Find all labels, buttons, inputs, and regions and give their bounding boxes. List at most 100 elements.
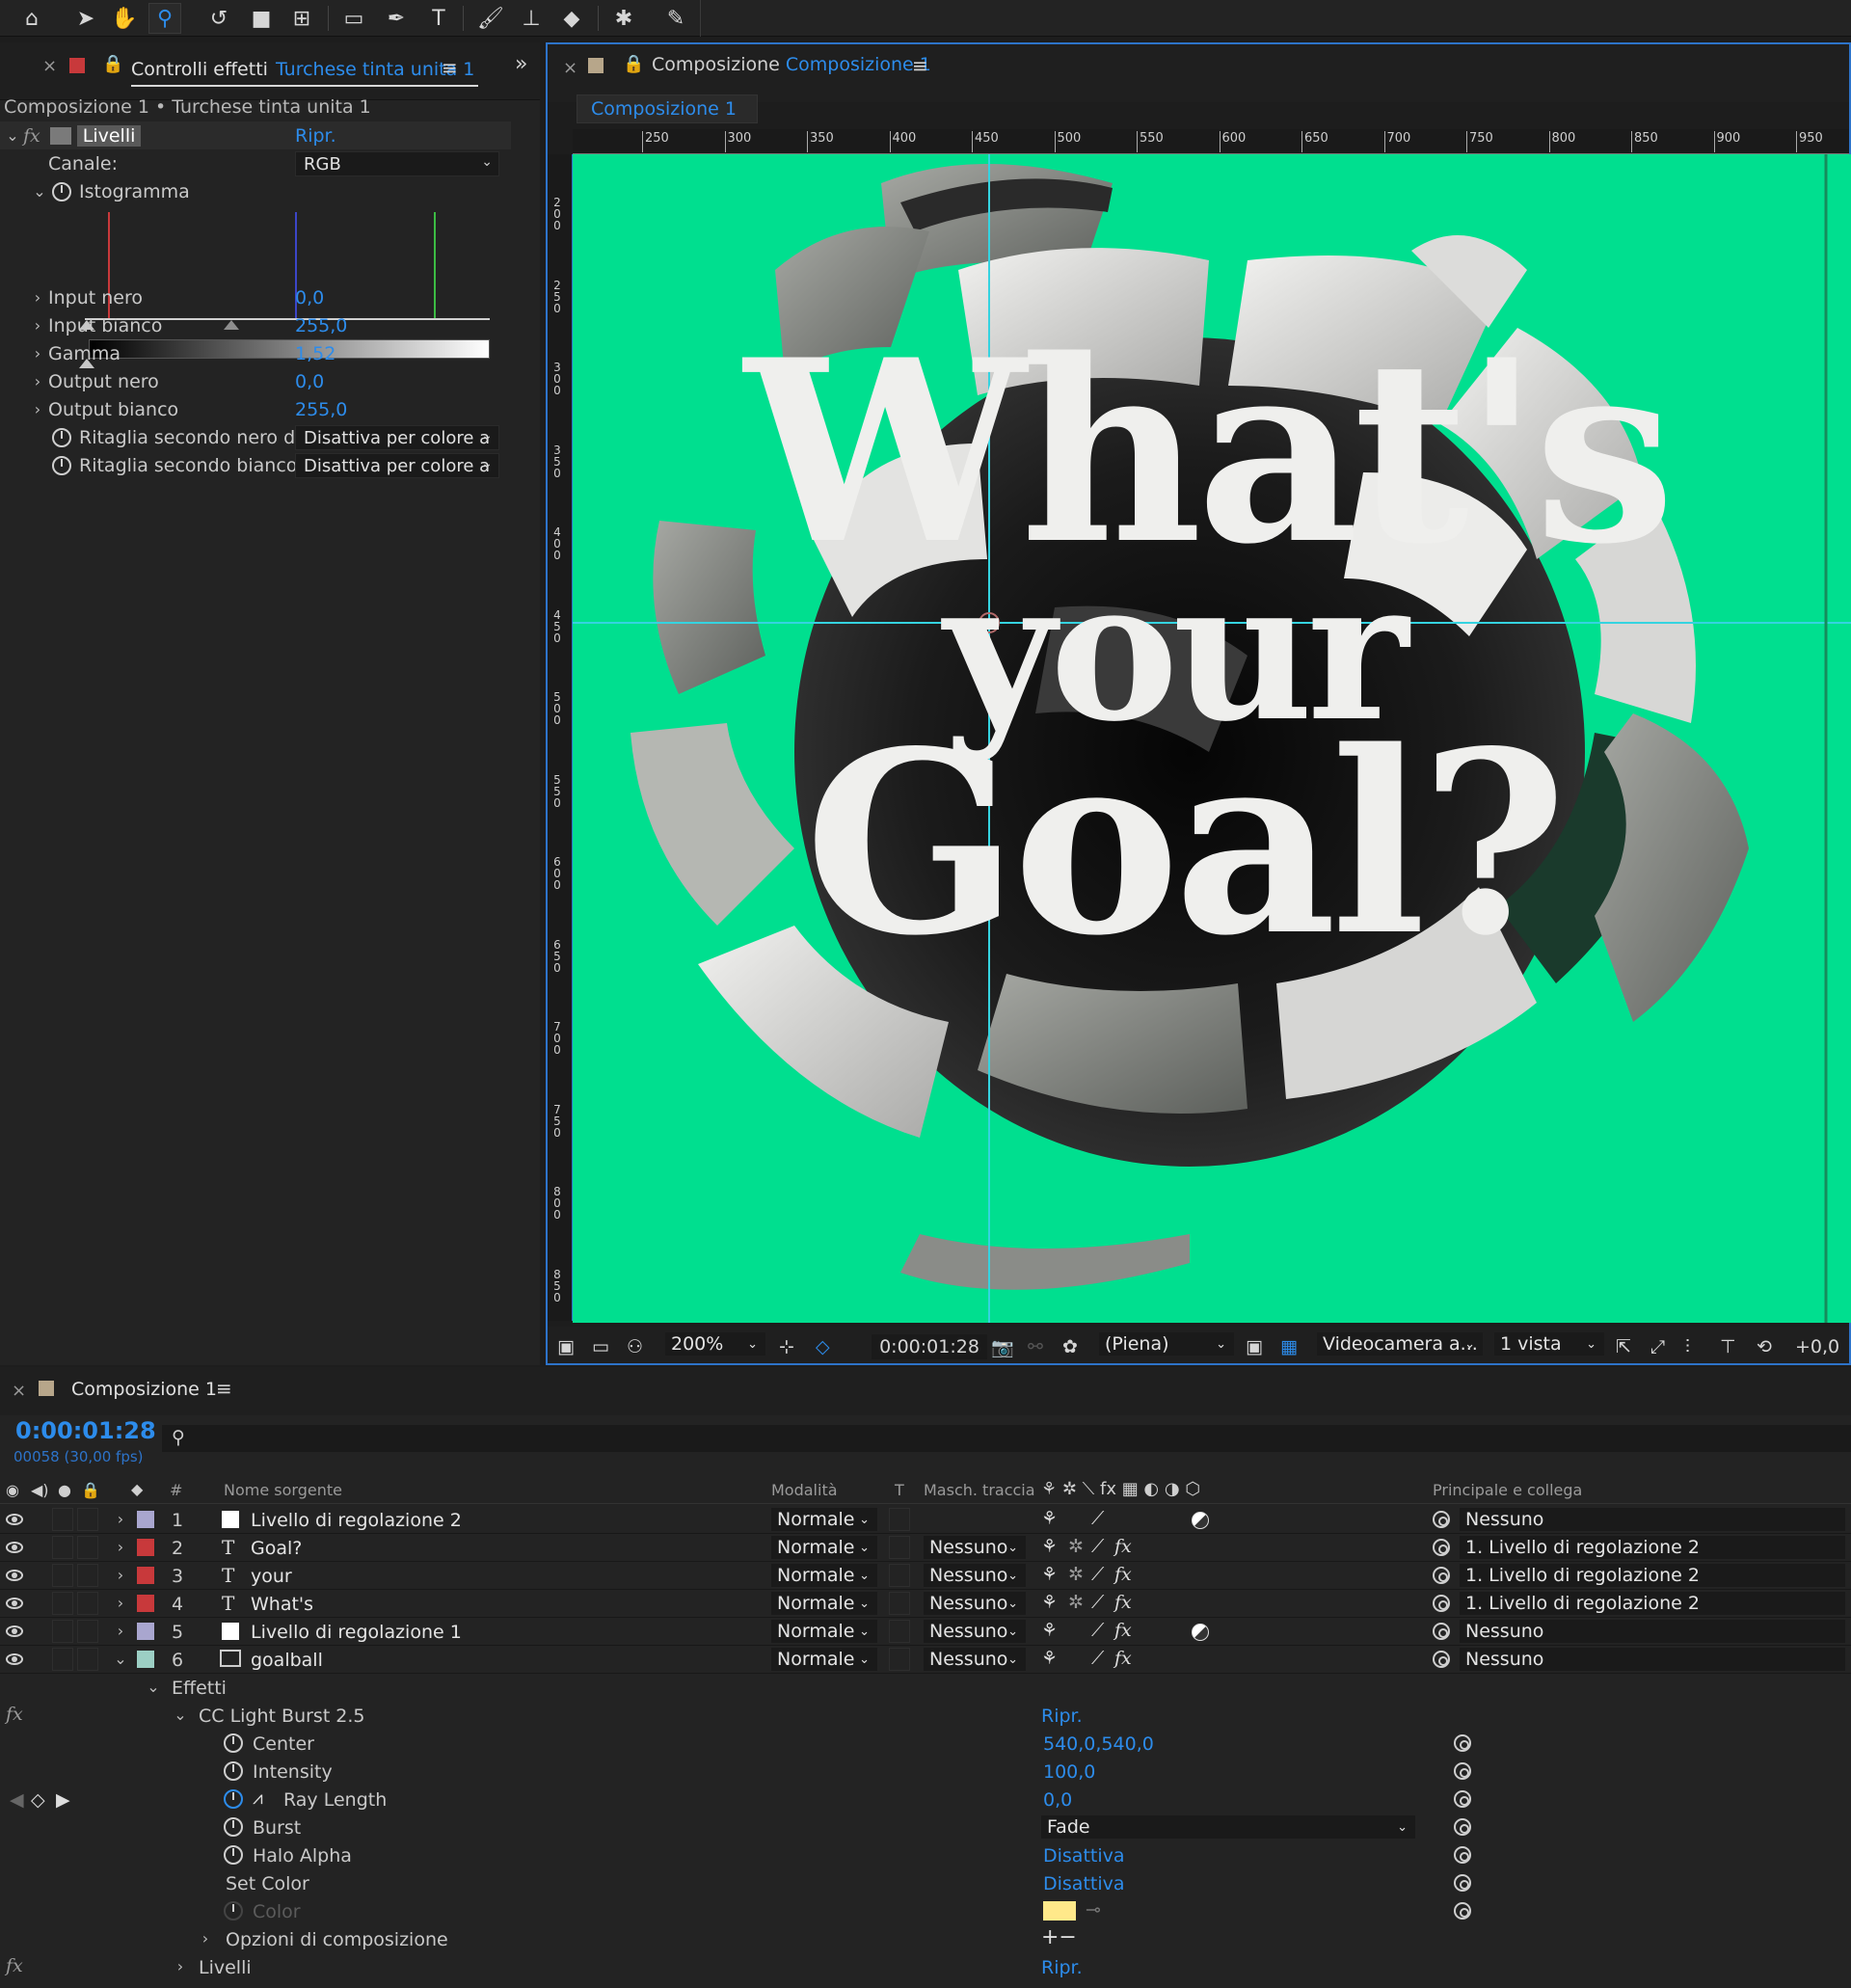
composition-canvas[interactable]: What's your Goal? (573, 154, 1851, 1323)
roto-brush-icon[interactable]: ✱ (607, 3, 640, 34)
layer-name[interactable]: Livello di regolazione 1 (251, 1622, 462, 1643)
shy-switch-icon[interactable]: ⚘ (1041, 1592, 1058, 1613)
region-of-interest-icon[interactable]: ▣ (1246, 1334, 1263, 1359)
grid-guides-icon[interactable]: ⊹ (779, 1334, 794, 1359)
type-icon[interactable]: T (422, 3, 455, 34)
stopwatch-icon[interactable] (224, 1761, 243, 1781)
quality-switch-icon[interactable]: ⟋ (1091, 1648, 1104, 1669)
chevron-right-icon[interactable]: › (114, 1622, 127, 1640)
lock-toggle[interactable] (77, 1564, 98, 1587)
snapshot-camera-icon[interactable]: 📷 (991, 1334, 1014, 1359)
effect-property-row[interactable]: Halo Alpha Disattiva (0, 1841, 1851, 1869)
chevron-right-icon[interactable]: › (31, 400, 44, 418)
pick-whip-icon[interactable] (1454, 1818, 1471, 1836)
quality-switch-icon[interactable]: ⟋ (1091, 1536, 1104, 1557)
clone-stamp-icon[interactable]: ⊥ (515, 3, 548, 34)
track-matte-dropdown[interactable]: Nessuno ⌄ (924, 1648, 1026, 1671)
visibility-eye-icon[interactable] (6, 1570, 23, 1581)
lock-toggle[interactable] (77, 1620, 98, 1643)
label-color-swatch[interactable] (137, 1539, 154, 1556)
property-value[interactable]: 540,0,540,0 (1043, 1733, 1154, 1755)
pick-whip-icon[interactable] (1454, 1762, 1471, 1780)
home-icon[interactable]: ⌂ (15, 3, 48, 34)
parent-dropdown[interactable]: Nessuno (1460, 1620, 1845, 1643)
preserve-transparency-toggle[interactable] (889, 1592, 910, 1615)
horizontal-ruler[interactable]: 250 300 350 400 450 500 550 600 650 700 750 800 850 9… (573, 129, 1849, 154)
solo-toggle[interactable] (52, 1536, 73, 1559)
eye-icon[interactable]: ◉ (6, 1481, 19, 1499)
solo-toggle[interactable] (52, 1564, 73, 1587)
pick-whip-icon[interactable] (1433, 1651, 1450, 1668)
solo-toggle[interactable] (52, 1508, 73, 1531)
lock-icon[interactable]: 🔒 (102, 54, 123, 74)
table-row[interactable]: › 4 T What's Normale ⌄ Nessuno ⌄ ⚘ ✲ ⟋ fx 1. Livello… (0, 1590, 1851, 1618)
quality-switch-icon[interactable]: ⟋ (1091, 1508, 1104, 1529)
camera-dropdown[interactable]: Videocamera a... ⌄ (1317, 1332, 1483, 1356)
shy-switch-icon[interactable]: ⚘ (1041, 1536, 1058, 1557)
collapse-switch-icon[interactable]: ✲ (1068, 1536, 1084, 1557)
effect-row[interactable]: fx ⌄ CC Light Burst 2.5 Ripr. (0, 1702, 1851, 1730)
collapse-switch-icon[interactable]: ✲ (1068, 1592, 1084, 1613)
zoom-icon[interactable]: ⚲ (148, 3, 181, 34)
visibility-eye-icon[interactable] (6, 1598, 23, 1609)
preserve-transparency-toggle[interactable] (889, 1508, 910, 1531)
layer-name[interactable]: goalball (251, 1650, 323, 1671)
param-value[interactable]: 1,52 (295, 343, 335, 364)
param-row[interactable]: › Output nero 0,0 (0, 367, 511, 395)
preserve-transparency-toggle[interactable] (889, 1564, 910, 1587)
lock-toggle[interactable] (77, 1508, 98, 1531)
param-value[interactable]: 255,0 (295, 315, 347, 336)
table-row[interactable]: › 5 Livello di regolazione 1 Normale ⌄ Nessun… (0, 1618, 1851, 1646)
effect-property-row[interactable]: Center 540,0,540,0 (0, 1730, 1851, 1758)
stopwatch-icon[interactable] (224, 1817, 243, 1837)
channel-dropdown[interactable]: RGB ⌄ (295, 151, 499, 176)
fx-icon[interactable]: fx (6, 1704, 23, 1725)
pick-whip-icon[interactable] (1454, 1902, 1471, 1920)
pick-whip-icon[interactable] (1454, 1790, 1471, 1808)
stopwatch-icon[interactable] (224, 1901, 243, 1921)
label-tag-icon[interactable]: ◆ (131, 1480, 143, 1498)
label-color-swatch[interactable] (137, 1595, 154, 1612)
composition-subtab[interactable]: Composizione 1 (577, 94, 758, 123)
blend-mode-dropdown[interactable]: Normale ⌄ (771, 1508, 877, 1531)
exposure-value[interactable]: +0,0 (1795, 1334, 1839, 1359)
add-remove-icon[interactable]: +− (1041, 1925, 1077, 1949)
headline-line-3[interactable]: Goal? (573, 719, 1851, 970)
visibility-eye-icon[interactable] (6, 1514, 23, 1525)
label-color-swatch[interactable] (137, 1623, 154, 1640)
preserve-transparency-toggle[interactable] (889, 1648, 910, 1671)
panel-menu-icon[interactable]: ≡ (442, 56, 458, 79)
param-row[interactable]: › Gamma 1,52 (0, 339, 511, 367)
chevron-down-icon[interactable]: ⌄ (114, 1650, 127, 1668)
flowchart-icon[interactable]: ⊤ (1720, 1334, 1736, 1359)
levels-reset-button[interactable]: Ripr. (1041, 1957, 1083, 1978)
parent-dropdown[interactable]: 1. Livello di regolazione 2 (1460, 1564, 1845, 1587)
visibility-eye-icon[interactable] (6, 1625, 23, 1637)
chevron-right-icon[interactable]: › (114, 1538, 127, 1556)
clip-black-dropdown[interactable]: Disattiva per colore a ⌄ (295, 425, 499, 450)
quality-switch-icon[interactable]: ⟋ (1091, 1620, 1104, 1641)
parent-dropdown[interactable]: 1. Livello di regolazione 2 (1460, 1592, 1845, 1615)
effect-property-row[interactable]: Burst Fade ⌄ (0, 1813, 1851, 1841)
tab-composition[interactable]: Composizione Composizione 1 (652, 54, 931, 75)
hand-icon[interactable]: ✋ (108, 3, 141, 34)
show-snapshot-icon[interactable]: ⚯ (1028, 1334, 1043, 1359)
pick-whip-icon[interactable] (1454, 1846, 1471, 1864)
track-matte-dropdown[interactable]: Nessuno ⌄ (924, 1620, 1026, 1643)
solo-toggle[interactable] (52, 1648, 73, 1671)
chevron-right-icon[interactable]: › (114, 1594, 127, 1612)
eyedropper-icon[interactable]: ⊸ (1086, 1899, 1101, 1921)
resolution-dropdown[interactable]: (Piena) ⌄ (1099, 1332, 1234, 1356)
shy-switch-icon[interactable]: ⚘ (1041, 1620, 1058, 1641)
fx-icon[interactable]: fx (6, 1955, 23, 1976)
label-color-swatch[interactable] (137, 1651, 154, 1668)
preserve-transparency-toggle[interactable] (889, 1620, 910, 1643)
effect-name[interactable]: Livelli (76, 124, 142, 147)
stopwatch-icon[interactable] (224, 1733, 243, 1753)
track-matte-dropdown[interactable]: Nessuno ⌄ (924, 1564, 1026, 1587)
add-keyframe-icon[interactable]: ◇ (31, 1789, 45, 1811)
chevron-right-icon[interactable]: › (31, 372, 44, 390)
chevron-right-icon[interactable]: › (174, 1957, 187, 1975)
adjustment-layer-icon[interactable] (1192, 1512, 1209, 1529)
pick-whip-icon[interactable] (1433, 1539, 1450, 1556)
